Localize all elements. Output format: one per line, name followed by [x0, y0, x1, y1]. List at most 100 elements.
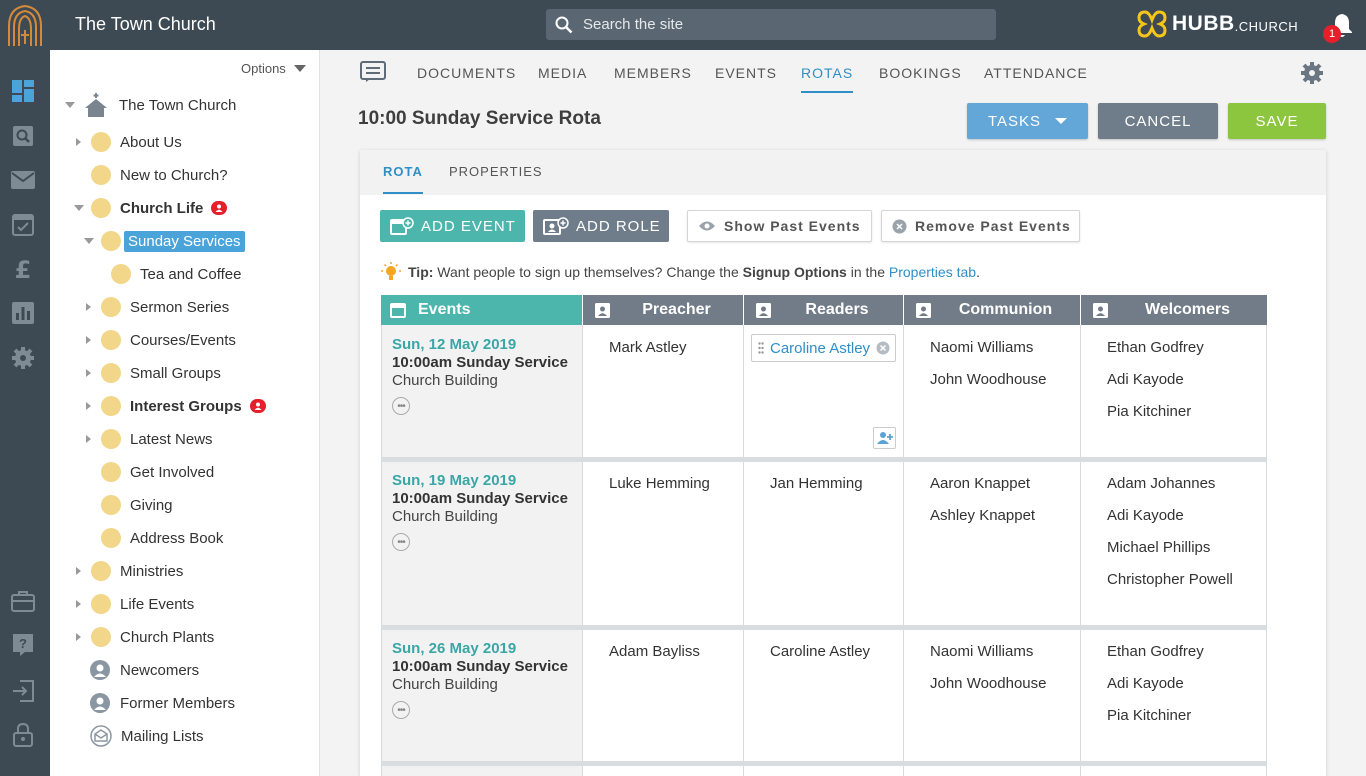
welcomer-name[interactable]: Adi Kayode — [1107, 675, 1184, 692]
reader-chip[interactable]: Caroline Astley — [751, 334, 896, 362]
remove-circle-icon[interactable] — [876, 341, 890, 355]
hubb-church-logo[interactable]: HUBB .CHURCH — [1137, 10, 1298, 38]
more-options-icon[interactable]: ••• — [392, 397, 410, 415]
event-date[interactable]: Sun, 19 May 2019 — [392, 472, 516, 489]
briefcase-icon[interactable] — [10, 588, 36, 614]
event-date[interactable]: Sun, 12 May 2019 — [392, 336, 516, 353]
column-header-events[interactable]: Events — [381, 295, 582, 325]
settings-gear-icon[interactable] — [10, 345, 36, 371]
column-header-communion[interactable]: Communion — [904, 295, 1080, 325]
communion-name[interactable]: Ashley Knappet — [930, 507, 1035, 524]
tree-root[interactable]: The Town Church — [65, 91, 236, 119]
tree-item-latest-news[interactable]: Latest News — [86, 425, 213, 453]
site-title[interactable]: The Town Church — [75, 14, 216, 35]
tree-item-life-events[interactable]: Life Events — [76, 590, 194, 618]
add-person-button[interactable] — [873, 427, 896, 449]
reader-name[interactable]: Jan Hemming — [770, 475, 863, 492]
giving-pound-icon[interactable]: £ — [10, 256, 36, 284]
tasks-button[interactable]: TASKS — [967, 103, 1088, 139]
tree-options-dropdown[interactable]: Options — [241, 61, 306, 76]
tab-rotas[interactable]: ROTAS — [801, 65, 854, 93]
tab-events[interactable]: EVENTS — [715, 65, 777, 81]
tab-members[interactable]: MEMBERS — [614, 65, 692, 81]
welcomer-name[interactable]: Christopher Powell — [1107, 571, 1233, 588]
search-input[interactable]: Search the site — [546, 9, 996, 40]
tree-item-courses-events[interactable]: Courses/Events — [86, 326, 236, 354]
welcomer-name[interactable]: Ethan Godfrey — [1107, 643, 1204, 660]
welcomer-name[interactable]: Pia Kitchiner — [1107, 403, 1191, 420]
tree-item-giving[interactable]: Giving — [101, 491, 173, 519]
tab-rota[interactable]: ROTA — [383, 164, 423, 194]
calendar-icon[interactable] — [10, 211, 36, 237]
welcomer-name[interactable]: Michael Phillips — [1107, 539, 1210, 556]
tree-item-sermon-series[interactable]: Sermon Series — [86, 293, 229, 321]
caret-right-icon[interactable] — [76, 600, 81, 608]
tree-item-former-members[interactable]: Former Members — [90, 689, 235, 717]
tree-item-address-book[interactable]: Address Book — [101, 524, 223, 552]
column-header-readers[interactable]: Readers — [744, 295, 903, 325]
caret-right-icon[interactable] — [86, 336, 91, 344]
tab-properties[interactable]: PROPERTIES — [449, 164, 543, 179]
dashboard-icon[interactable] — [10, 78, 36, 104]
tree-item-get-involved[interactable]: Get Involved — [101, 458, 214, 486]
settings-gear-icon[interactable] — [1300, 61, 1324, 90]
communion-name[interactable]: John Woodhouse — [930, 675, 1046, 692]
preacher-name[interactable]: Adam Bayliss — [609, 643, 700, 660]
caret-right-icon[interactable] — [86, 303, 91, 311]
reports-chart-icon[interactable] — [10, 300, 36, 326]
communion-name[interactable]: John Woodhouse — [930, 371, 1046, 388]
caret-right-icon[interactable] — [76, 138, 81, 146]
more-options-icon[interactable]: ••• — [392, 533, 410, 551]
help-icon[interactable]: ? — [10, 632, 36, 658]
add-role-button[interactable]: ADD ROLE — [533, 210, 669, 242]
caret-right-icon[interactable] — [86, 369, 91, 377]
caret-down-icon[interactable] — [84, 238, 94, 244]
tab-bookings[interactable]: BOOKINGS — [879, 65, 962, 81]
tree-item-small-groups[interactable]: Small Groups — [86, 359, 221, 387]
column-header-welcomers[interactable]: Welcomers — [1081, 295, 1267, 325]
welcomer-name[interactable]: Adi Kayode — [1107, 371, 1184, 388]
tab-media[interactable]: MEDIA — [538, 65, 587, 81]
column-header-preacher[interactable]: Preacher — [583, 295, 743, 325]
preacher-name[interactable]: Luke Hemming — [609, 475, 710, 492]
tree-item-about-us[interactable]: About Us — [76, 128, 182, 156]
tree-item-interest-groups[interactable]: Interest Groups — [86, 392, 266, 420]
save-button[interactable]: SAVE — [1228, 103, 1326, 139]
welcomer-name[interactable]: Ethan Godfrey — [1107, 339, 1204, 356]
event-date[interactable]: Sun, 26 May 2019 — [392, 640, 516, 657]
church-logo-icon[interactable] — [0, 0, 50, 50]
tree-item-ministries[interactable]: Ministries — [76, 557, 183, 585]
reader-name[interactable]: Caroline Astley — [770, 643, 870, 660]
add-event-button[interactable]: ADD EVENT — [380, 210, 525, 242]
preacher-name[interactable]: Mark Astley — [609, 339, 687, 356]
tree-item-church-life[interactable]: Church Life — [74, 194, 228, 222]
welcomer-name[interactable]: Pia Kitchiner — [1107, 707, 1191, 724]
caret-right-icon[interactable] — [86, 402, 91, 410]
more-options-icon[interactable]: ••• — [392, 701, 410, 719]
tree-item-sunday-services[interactable]: Sunday Services — [84, 227, 245, 255]
properties-tab-link[interactable]: Properties tab — [889, 264, 976, 280]
tab-documents[interactable]: DOCUMENTS — [417, 65, 516, 81]
mail-icon[interactable] — [10, 167, 36, 193]
tree-item-mailing-lists[interactable]: Mailing Lists — [90, 722, 204, 750]
tree-item-tea-and-coffee[interactable]: Tea and Coffee — [111, 260, 241, 288]
welcomer-name[interactable]: Adam Johannes — [1107, 475, 1215, 492]
tree-item-church-plants[interactable]: Church Plants — [76, 623, 214, 651]
welcomer-name[interactable]: Adi Kayode — [1107, 507, 1184, 524]
chat-icon[interactable] — [360, 61, 386, 88]
tab-attendance[interactable]: ATTENDANCE — [984, 65, 1088, 81]
tree-item-newcomers[interactable]: Newcomers — [90, 656, 199, 684]
tree-item-new-to-church[interactable]: New to Church? — [91, 161, 228, 189]
caret-down-icon[interactable] — [74, 205, 84, 211]
sign-in-icon[interactable] — [10, 678, 36, 704]
cancel-button[interactable]: CANCEL — [1098, 103, 1218, 139]
communion-name[interactable]: Naomi Williams — [930, 339, 1033, 356]
search-page-icon[interactable] — [10, 123, 36, 149]
show-past-events-button[interactable]: Show Past Events — [687, 210, 872, 242]
caret-right-icon[interactable] — [86, 435, 91, 443]
caret-right-icon[interactable] — [76, 567, 81, 575]
communion-name[interactable]: Naomi Williams — [930, 643, 1033, 660]
caret-down-icon[interactable] — [65, 102, 75, 108]
caret-right-icon[interactable] — [76, 633, 81, 641]
communion-name[interactable]: Aaron Knappet — [930, 475, 1030, 492]
